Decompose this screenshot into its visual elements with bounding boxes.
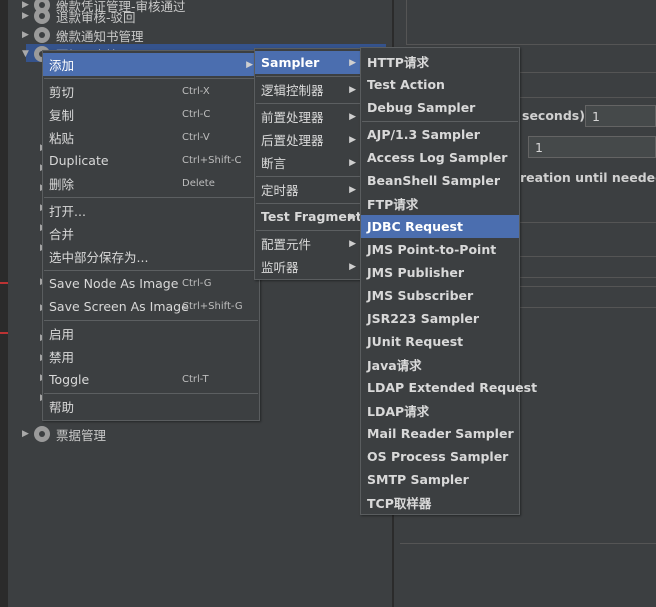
menu-item-test-action[interactable]: Test Action (361, 73, 519, 96)
ramp-up-seconds-label: seconds): (522, 108, 590, 123)
error-marker (0, 282, 8, 284)
panel-border (517, 222, 656, 237)
delay-creation-label: reation until needed (520, 170, 656, 185)
menu-item-test-fragment[interactable]: Test Fragment ▶ (255, 205, 362, 228)
submenu-arrow-icon: ▶ (349, 84, 356, 95)
menu-item-ldap-request[interactable]: LDAP请求 (361, 399, 519, 422)
submenu-arrow-icon: ▶ (246, 59, 253, 70)
submenu-arrow-icon: ▶ (349, 157, 356, 168)
menu-item-http-request[interactable]: HTTP请求 (361, 50, 519, 73)
menu-item-tcp-sampler[interactable]: TCP取样器 (361, 491, 519, 514)
menu-separator (256, 103, 361, 104)
menu-separator (44, 78, 258, 79)
menu-item-java-request[interactable]: Java请求 (361, 353, 519, 376)
left-edge-strip (0, 0, 8, 607)
gear-icon (34, 426, 50, 442)
panel-border (406, 0, 656, 45)
menu-item-toggle[interactable]: Toggle Ctrl-T (43, 368, 259, 391)
menu-item-listener[interactable]: 监听器 ▶ (255, 255, 362, 278)
submenu-arrow-icon: ▶ (349, 57, 356, 68)
menu-item-ftp-request[interactable]: FTP请求 (361, 192, 519, 215)
menu-separator (44, 197, 258, 198)
menu-item-open[interactable]: 打开... (43, 199, 259, 222)
menu-item-jms-subscriber[interactable]: JMS Subscriber (361, 284, 519, 307)
menu-item-jms-point-to-point[interactable]: JMS Point-to-Point (361, 238, 519, 261)
menu-separator (44, 270, 258, 271)
menu-item-post-processor[interactable]: 后置处理器 ▶ (255, 128, 362, 151)
menu-separator (256, 203, 361, 204)
sampler-submenu: HTTP请求 Test Action Debug Sampler AJP/1.3… (360, 47, 537, 515)
menu-item-merge[interactable]: 合并 (43, 222, 259, 245)
menu-item-sampler[interactable]: Sampler ▶ (255, 51, 362, 74)
submenu-arrow-icon: ▶ (349, 261, 356, 272)
menu-item-save-selection-as[interactable]: 选中部分保存为... (43, 245, 259, 268)
tree-node[interactable]: ▶ 票据管理 (22, 425, 106, 443)
menu-item-jms-publisher[interactable]: JMS Publisher (361, 261, 519, 284)
context-menu: 添加 ▶ 剪切 Ctrl-X 复制 Ctrl-C 粘贴 Ctrl-V Dupli… (42, 50, 260, 421)
menu-item-disable[interactable]: 禁用 (43, 345, 259, 368)
menu-item-mail-reader-sampler[interactable]: Mail Reader Sampler (361, 422, 519, 445)
menu-item-access-log-sampler[interactable]: Access Log Sampler (361, 146, 519, 169)
menu-separator (362, 121, 518, 122)
menu-item-cut[interactable]: 剪切 Ctrl-X (43, 80, 259, 103)
menu-item-ajp-sampler[interactable]: AJP/1.3 Sampler (361, 123, 519, 146)
submenu-arrow-icon: ▶ (349, 184, 356, 195)
tree-node-label: 退款审核-驳回 (56, 9, 136, 25)
expand-arrow-icon[interactable]: ▶ (22, 30, 34, 40)
panel-border (517, 256, 656, 278)
menu-item-delete[interactable]: 删除 Delete (43, 172, 259, 195)
menu-item-enable[interactable]: 启用 (43, 322, 259, 345)
menu-item-add[interactable]: 添加 ▶ (43, 53, 259, 76)
menu-item-pre-processor[interactable]: 前置处理器 ▶ (255, 105, 362, 128)
menu-item-smtp-sampler[interactable]: SMTP Sampler (361, 468, 519, 491)
submenu-arrow-icon: ▶ (349, 134, 356, 145)
tree-node[interactable]: ▶ 退款审核-驳回 (22, 7, 136, 25)
expand-arrow-icon[interactable]: ▶ (22, 429, 34, 439)
menu-separator (256, 76, 361, 77)
gear-icon (34, 27, 50, 43)
menu-item-duplicate[interactable]: Duplicate Ctrl+Shift-C (43, 149, 259, 172)
submenu-arrow-icon: ▶ (349, 211, 356, 222)
menu-item-junit-request[interactable]: JUnit Request (361, 330, 519, 353)
menu-item-help[interactable]: 帮助 (43, 395, 259, 418)
menu-item-config-element[interactable]: 配置元件 ▶ (255, 232, 362, 255)
submenu-arrow-icon: ▶ (349, 111, 356, 122)
ramp-up-input[interactable]: 1 (585, 105, 656, 127)
gear-icon (34, 8, 50, 24)
panel-border (517, 72, 656, 98)
menu-item-timer[interactable]: 定时器 ▶ (255, 178, 362, 201)
menu-item-jsr223-sampler[interactable]: JSR223 Sampler (361, 307, 519, 330)
error-marker (0, 332, 8, 334)
menu-item-save-screen-as-image[interactable]: Save Screen As Image Ctrl+Shift-G (43, 295, 259, 318)
collapse-arrow-icon[interactable]: ▼ (22, 49, 34, 59)
menu-item-copy[interactable]: 复制 Ctrl-C (43, 103, 259, 126)
menu-separator (256, 230, 361, 231)
panel-border (517, 286, 656, 308)
tree-node-label: 票据管理 (56, 427, 107, 443)
expand-arrow-icon[interactable]: ▶ (22, 11, 34, 21)
tree-node-label: 缴款通知书管理 (56, 28, 144, 44)
menu-item-paste[interactable]: 粘贴 Ctrl-V (43, 126, 259, 149)
menu-item-save-node-as-image[interactable]: Save Node As Image Ctrl-G (43, 272, 259, 295)
tree-node[interactable]: ▶ 缴款通知书管理 (22, 26, 144, 44)
menu-item-beanshell-sampler[interactable]: BeanShell Sampler (361, 169, 519, 192)
menu-item-ldap-extended-request[interactable]: LDAP Extended Request (361, 376, 537, 399)
panel-border (400, 543, 656, 544)
menu-separator (256, 176, 361, 177)
menu-item-assertion[interactable]: 断言 ▶ (255, 151, 362, 174)
menu-item-debug-sampler[interactable]: Debug Sampler (361, 96, 519, 119)
menu-separator (44, 320, 258, 321)
add-submenu: Sampler ▶ 逻辑控制器 ▶ 前置处理器 ▶ 后置处理器 ▶ 断言 ▶ 定… (254, 48, 363, 280)
menu-item-os-process-sampler[interactable]: OS Process Sampler (361, 445, 519, 468)
menu-item-logic-controller[interactable]: 逻辑控制器 ▶ (255, 78, 362, 101)
menu-item-jdbc-request[interactable]: JDBC Request (361, 215, 519, 238)
loop-count-input[interactable]: 1 (528, 136, 656, 158)
submenu-arrow-icon: ▶ (349, 238, 356, 249)
menu-separator (44, 393, 258, 394)
